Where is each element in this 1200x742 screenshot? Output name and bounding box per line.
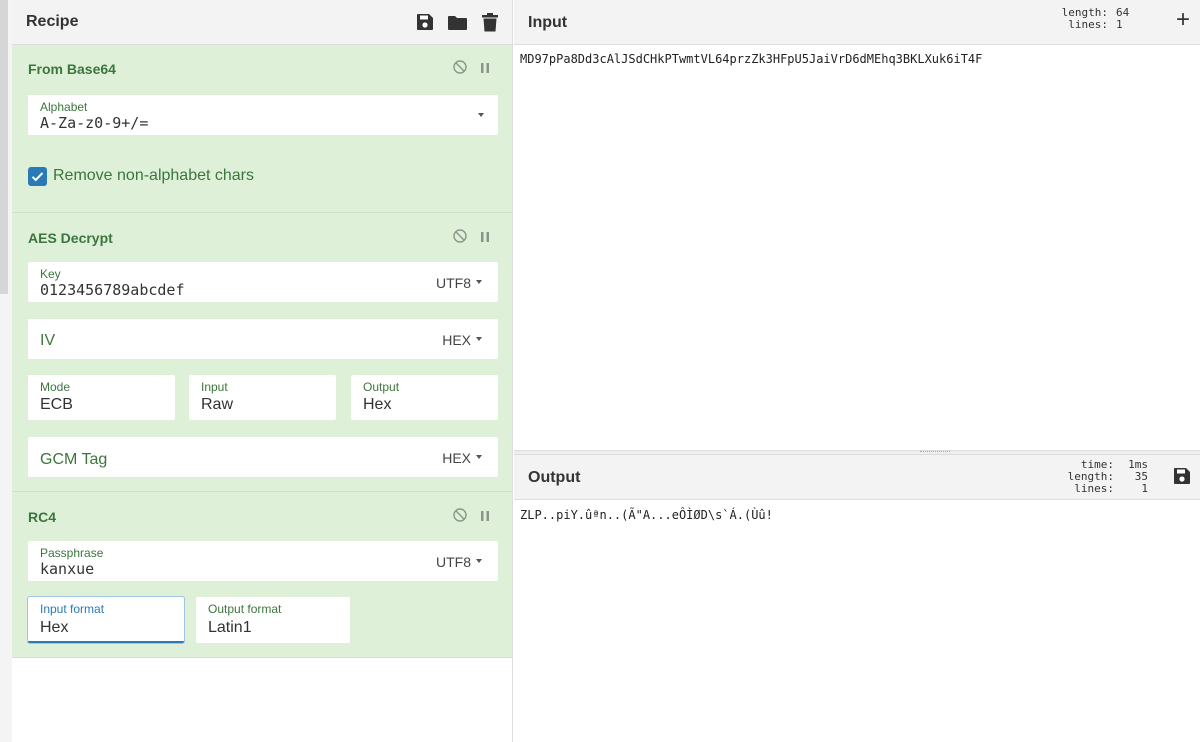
output-label: Output: [363, 380, 400, 394]
remove-nonalpha-label: Remove non-alphabet chars: [53, 167, 255, 184]
save-output-icon[interactable]: [1173, 467, 1191, 490]
pause-icon[interactable]: [480, 509, 490, 527]
op-controls: [453, 60, 490, 79]
passphrase-format-value: UTF8: [436, 554, 471, 570]
input-title: Input: [528, 14, 568, 31]
output-select[interactable]: Output Hex: [351, 375, 498, 420]
scrollbar-thumb[interactable]: [0, 0, 8, 294]
passphrase-value: kanxue: [40, 560, 95, 578]
chevron-down-icon: [476, 455, 482, 460]
passphrase-format-dropdown[interactable]: UTF8: [436, 554, 482, 570]
iv-format-value: HEX: [442, 332, 471, 348]
cyberchef-app: Recipe From Base64 Alphabet A-Za-z0-9+/=…: [0, 0, 1200, 742]
pause-icon[interactable]: [480, 230, 490, 248]
iv-format-dropdown[interactable]: HEX: [442, 332, 482, 348]
op-title: AES Decrypt: [28, 230, 113, 246]
key-field[interactable]: Key 0123456789abcdef UTF8: [28, 262, 498, 302]
lines-label: lines:: [1068, 18, 1108, 31]
recipe-toolbar: [416, 12, 498, 32]
key-format-value: UTF8: [436, 275, 471, 291]
resize-grip[interactable]: [920, 451, 950, 453]
input-format-value: Hex: [40, 619, 69, 636]
alphabet-value: A-Za-z0-9+/=: [40, 114, 149, 132]
op-title: RC4: [28, 509, 57, 525]
chevron-down-icon: [476, 280, 482, 285]
chevron-down-icon[interactable]: [478, 113, 484, 117]
op-aes-decrypt: AES Decrypt Key 0123456789abcdef UTF8 IV…: [12, 213, 512, 492]
op-controls: [453, 508, 490, 527]
recipe-panel: Recipe From Base64 Alphabet A-Za-z0-9+/=…: [12, 0, 513, 742]
mode-label: Mode: [40, 380, 71, 394]
chevron-down-icon: [476, 337, 482, 342]
mode-select[interactable]: Mode ECB: [28, 375, 175, 420]
input-select[interactable]: Input Raw: [189, 375, 336, 420]
remove-nonalpha-checkbox[interactable]: [28, 167, 47, 186]
folder-icon[interactable]: [448, 14, 468, 31]
output-format-select[interactable]: Output format Latin1: [196, 597, 350, 643]
input-value: Raw: [201, 396, 234, 413]
mode-value: ECB: [40, 396, 73, 413]
output-stats: time: 1ms length: 35 lines: 1: [1068, 459, 1148, 495]
op-from-base64: From Base64 Alphabet A-Za-z0-9+/= Remove…: [12, 45, 512, 213]
trash-icon[interactable]: [482, 12, 498, 32]
disable-icon[interactable]: [453, 508, 467, 527]
key-label: Key: [40, 267, 61, 281]
alphabet-select[interactable]: Alphabet A-Za-z0-9+/=: [28, 95, 498, 135]
checkmark-icon: [31, 172, 44, 182]
disable-icon[interactable]: [453, 60, 467, 79]
output-format-label: Output format: [208, 602, 282, 616]
save-icon[interactable]: [416, 13, 434, 31]
output-header: Output time: 1ms length: 35 lines: 1: [514, 455, 1200, 500]
output-textarea[interactable]: ZLP..piY.ûªn..(Ã"A...eÔÌØD\s`Á.(Ùû!: [520, 508, 773, 522]
lines-label: lines:: [1074, 482, 1114, 495]
input-panel: Input length: 64 lines: 1 + MD97pPa8Dd3cAl…: [514, 0, 1200, 450]
input-label: Input: [201, 380, 228, 394]
chevron-down-icon: [476, 559, 482, 564]
recipe-header: Recipe: [12, 0, 512, 45]
key-format-dropdown[interactable]: UTF8: [436, 275, 482, 291]
lines-value: 1: [1116, 18, 1123, 31]
alphabet-label: Alphabet: [40, 100, 88, 114]
output-value: Hex: [363, 396, 392, 413]
output-panel: Output time: 1ms length: 35 lines: 1 ZLP..p…: [514, 455, 1200, 742]
op-controls: [453, 229, 490, 248]
op-title: From Base64: [28, 61, 116, 77]
input-format-label: Input format: [40, 602, 105, 616]
output-title: Output: [528, 469, 581, 486]
input-format-select[interactable]: Input format Hex: [28, 597, 184, 643]
iv-placeholder: IV: [40, 332, 56, 349]
input-textarea[interactable]: MD97pPa8Dd3cAlJSdCHkPTwmtVL64przZk3HFpU5…: [520, 52, 982, 66]
passphrase-label: Passphrase: [40, 546, 104, 560]
op-rc4: RC4 Passphrase kanxue UTF8 Input format …: [12, 492, 512, 658]
gcm-format-value: HEX: [442, 450, 471, 466]
add-tab-icon[interactable]: +: [1176, 8, 1190, 32]
gcm-tag-field[interactable]: GCM Tag HEX: [28, 437, 498, 477]
iv-field[interactable]: IV HEX: [28, 319, 498, 359]
input-header: Input length: 64 lines: 1 +: [514, 0, 1200, 45]
disable-icon[interactable]: [453, 229, 467, 248]
output-format-value: Latin1: [208, 619, 252, 636]
key-value: 0123456789abcdef: [40, 281, 185, 299]
pause-icon[interactable]: [480, 61, 490, 79]
left-scrollbar[interactable]: [0, 0, 12, 742]
passphrase-field[interactable]: Passphrase kanxue UTF8: [28, 541, 498, 581]
recipe-title: Recipe: [26, 13, 79, 30]
gcm-format-dropdown[interactable]: HEX: [442, 450, 482, 466]
gcm-tag-placeholder: GCM Tag: [40, 451, 108, 468]
lines-value: 1: [1141, 482, 1148, 495]
input-stats: length: 64 lines: 1: [1062, 7, 1142, 31]
